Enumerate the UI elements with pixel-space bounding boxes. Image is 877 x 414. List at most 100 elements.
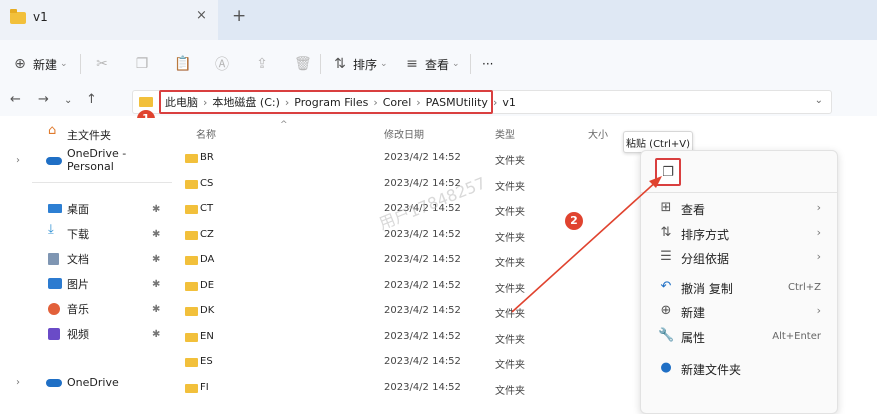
file-name: CT — [200, 203, 214, 214]
column-header-type[interactable]: 类型 — [495, 126, 515, 141]
column-header-name[interactable]: 名称 — [196, 126, 216, 141]
new-button[interactable]: ⊕ 新建 ⌄ — [12, 54, 68, 74]
pin-icon[interactable]: ✱ — [152, 254, 160, 265]
view-button[interactable]: ≡ 查看 ⌄ — [404, 54, 459, 74]
breadcrumb-program-files[interactable]: Program Files — [294, 96, 368, 109]
folder-icon — [185, 230, 198, 240]
nav-item-onedrive[interactable]: › OneDrive — [0, 371, 176, 393]
scissors-icon: ✂ — [96, 56, 108, 72]
chevron-down-icon: ⌄ — [380, 59, 388, 69]
file-row[interactable]: BR 2023/4/2 14:52 文件夹 — [176, 146, 620, 171]
file-list: 名称 ^ 修改日期 类型 大小 BR 2023/4/2 14:52 文件夹 CS 202… — [176, 118, 620, 414]
music-icon — [48, 303, 60, 315]
file-name: EN — [200, 330, 214, 342]
menu-item-undo[interactable]: ↶ 撤消 复制 Ctrl+Z — [641, 275, 837, 301]
folder-icon — [185, 179, 198, 189]
file-row[interactable]: CZ 2023/4/2 14:52 文件夹 — [176, 223, 620, 248]
cut-button[interactable]: ✂ — [94, 54, 115, 74]
pin-icon[interactable]: ✱ — [152, 229, 160, 240]
file-type: 文件夹 — [495, 156, 525, 167]
paste-button[interactable]: ❐ — [655, 158, 681, 186]
tab-v1[interactable]: v1 × — [0, 0, 218, 40]
menu-item-new[interactable]: ⊕ 新建 › — [641, 299, 837, 325]
new-tab-icon[interactable]: + — [232, 6, 246, 26]
file-type: 文件夹 — [495, 258, 525, 269]
pin-icon[interactable]: ✱ — [152, 279, 160, 290]
file-row[interactable]: ES 2023/4/2 14:52 文件夹 — [176, 350, 620, 375]
file-name: ES — [200, 356, 213, 367]
file-row[interactable]: CS 2023/4/2 14:52 文件夹 — [176, 172, 620, 197]
file-type: 文件夹 — [495, 207, 525, 218]
nav-item-home[interactable]: ⌂ 主文件夹 — [0, 123, 176, 146]
file-row[interactable]: DA 2023/4/2 14:52 文件夹 — [176, 248, 620, 273]
file-type: 文件夹 — [495, 232, 525, 244]
menu-item-view[interactable]: ⊞ 查看 › — [641, 196, 837, 222]
download-icon: ⤓ — [48, 222, 54, 237]
nav-item-desktop[interactable]: 桌面 ✱ — [0, 198, 176, 220]
column-header-size[interactable]: 大小 — [588, 126, 608, 141]
paste-button[interactable]: 📋 — [174, 54, 195, 74]
file-date: 2023/4/2 14:52 — [384, 381, 461, 393]
sort-arrows-icon: ⇅ — [660, 225, 672, 240]
breadcrumb-pasmutility[interactable]: PASMUtility — [426, 96, 488, 109]
list-view-icon: ≡ — [406, 56, 418, 72]
breadcrumb-v1[interactable]: v1 — [502, 96, 516, 109]
file-date: 2023/4/2 14:52 — [384, 177, 461, 189]
menu-item-properties[interactable]: 🔧 属性 Alt+Enter — [641, 324, 837, 350]
nav-divider — [32, 182, 172, 183]
chevron-down-icon[interactable]: ⌄ — [815, 95, 823, 106]
recent-chevron-icon[interactable]: ⌄ — [64, 95, 72, 106]
chevron-down-icon: ⌄ — [60, 59, 68, 69]
rename-button[interactable]: Ⓐ — [214, 54, 235, 74]
folder-icon — [185, 383, 198, 393]
sort-button[interactable]: ⇅ 排序 ⌄ — [332, 54, 388, 74]
toolbar: ⊕ 新建 ⌄ ✂ ❐ 📋 Ⓐ ⇪ 🗑 ⇅ 排序 ⌄ ≡ 查看 ⌄ ··· — [0, 40, 877, 88]
sort-up-icon: ^ — [280, 120, 288, 130]
chevron-right-icon: › — [16, 376, 20, 388]
file-row[interactable]: FI 2023/4/2 14:52 文件夹 — [176, 376, 620, 401]
file-date: 2023/4/2 14:52 — [384, 305, 461, 316]
breadcrumb-this-pc[interactable]: 此电脑 — [165, 94, 198, 110]
delete-button[interactable]: 🗑 — [294, 54, 315, 74]
nav-item-music[interactable]: 音乐 ✱ — [0, 298, 176, 320]
folder-icon — [185, 281, 198, 291]
close-tab-icon[interactable]: × — [196, 8, 207, 23]
pin-icon[interactable]: ✱ — [152, 204, 160, 215]
file-date: 2023/4/2 14:52 — [384, 330, 461, 342]
share-button[interactable]: ⇪ — [254, 54, 275, 74]
breadcrumb-local-disk[interactable]: 本地磁盘 (C:) — [212, 94, 279, 110]
breadcrumb-separator: › — [284, 95, 290, 109]
view-button-label: 查看 — [425, 57, 450, 72]
nav-item-pictures[interactable]: 图片 ✱ — [0, 273, 176, 295]
file-row[interactable]: EN 2023/4/2 14:52 文件夹 — [176, 325, 620, 350]
cloud-icon — [46, 157, 62, 165]
menu-item-sort[interactable]: ⇅ 排序方式 › — [641, 221, 837, 247]
more-button[interactable]: ··· — [482, 54, 493, 74]
file-type: 文件夹 — [495, 283, 525, 295]
file-row[interactable]: DK 2023/4/2 14:52 文件夹 — [176, 299, 620, 324]
file-row[interactable]: DE 2023/4/2 14:52 文件夹 — [176, 274, 620, 299]
nav-item-videos[interactable]: 视频 ✱ — [0, 323, 176, 345]
nav-item-downloads[interactable]: ⤓ 下载 ✱ — [0, 222, 176, 245]
video-icon — [48, 328, 60, 340]
copy-button[interactable]: ❐ — [134, 54, 155, 74]
folder-icon — [185, 307, 198, 316]
menu-item-group[interactable]: ☰ 分组依据 › — [641, 245, 837, 271]
sort-arrows-icon: ⇅ — [334, 56, 346, 72]
column-header-modified[interactable]: 修改日期 — [384, 126, 424, 141]
up-arrow-icon[interactable]: ↑ — [86, 92, 97, 107]
folder-icon — [185, 256, 198, 265]
pin-icon[interactable]: ✱ — [152, 329, 160, 340]
file-type: 文件夹 — [495, 334, 525, 346]
nav-item-documents[interactable]: 文档 ✱ — [0, 248, 176, 270]
forward-arrow-icon[interactable]: → — [38, 92, 49, 107]
grid-icon: ⊞ — [660, 200, 672, 215]
file-row[interactable]: CT 2023/4/2 14:52 文件夹 — [176, 197, 620, 222]
back-arrow-icon[interactable]: ← — [10, 92, 21, 107]
nav-item-onedrive-personal[interactable]: › OneDrive - Personal — [0, 147, 176, 173]
breadcrumb-corel[interactable]: Corel — [383, 96, 412, 109]
title-bar: v1 × + — [0, 0, 877, 40]
file-name: FI — [200, 381, 209, 393]
pin-icon[interactable]: ✱ — [152, 304, 160, 315]
menu-item-new-folder[interactable]: ● 新建文件夹 — [641, 356, 837, 382]
